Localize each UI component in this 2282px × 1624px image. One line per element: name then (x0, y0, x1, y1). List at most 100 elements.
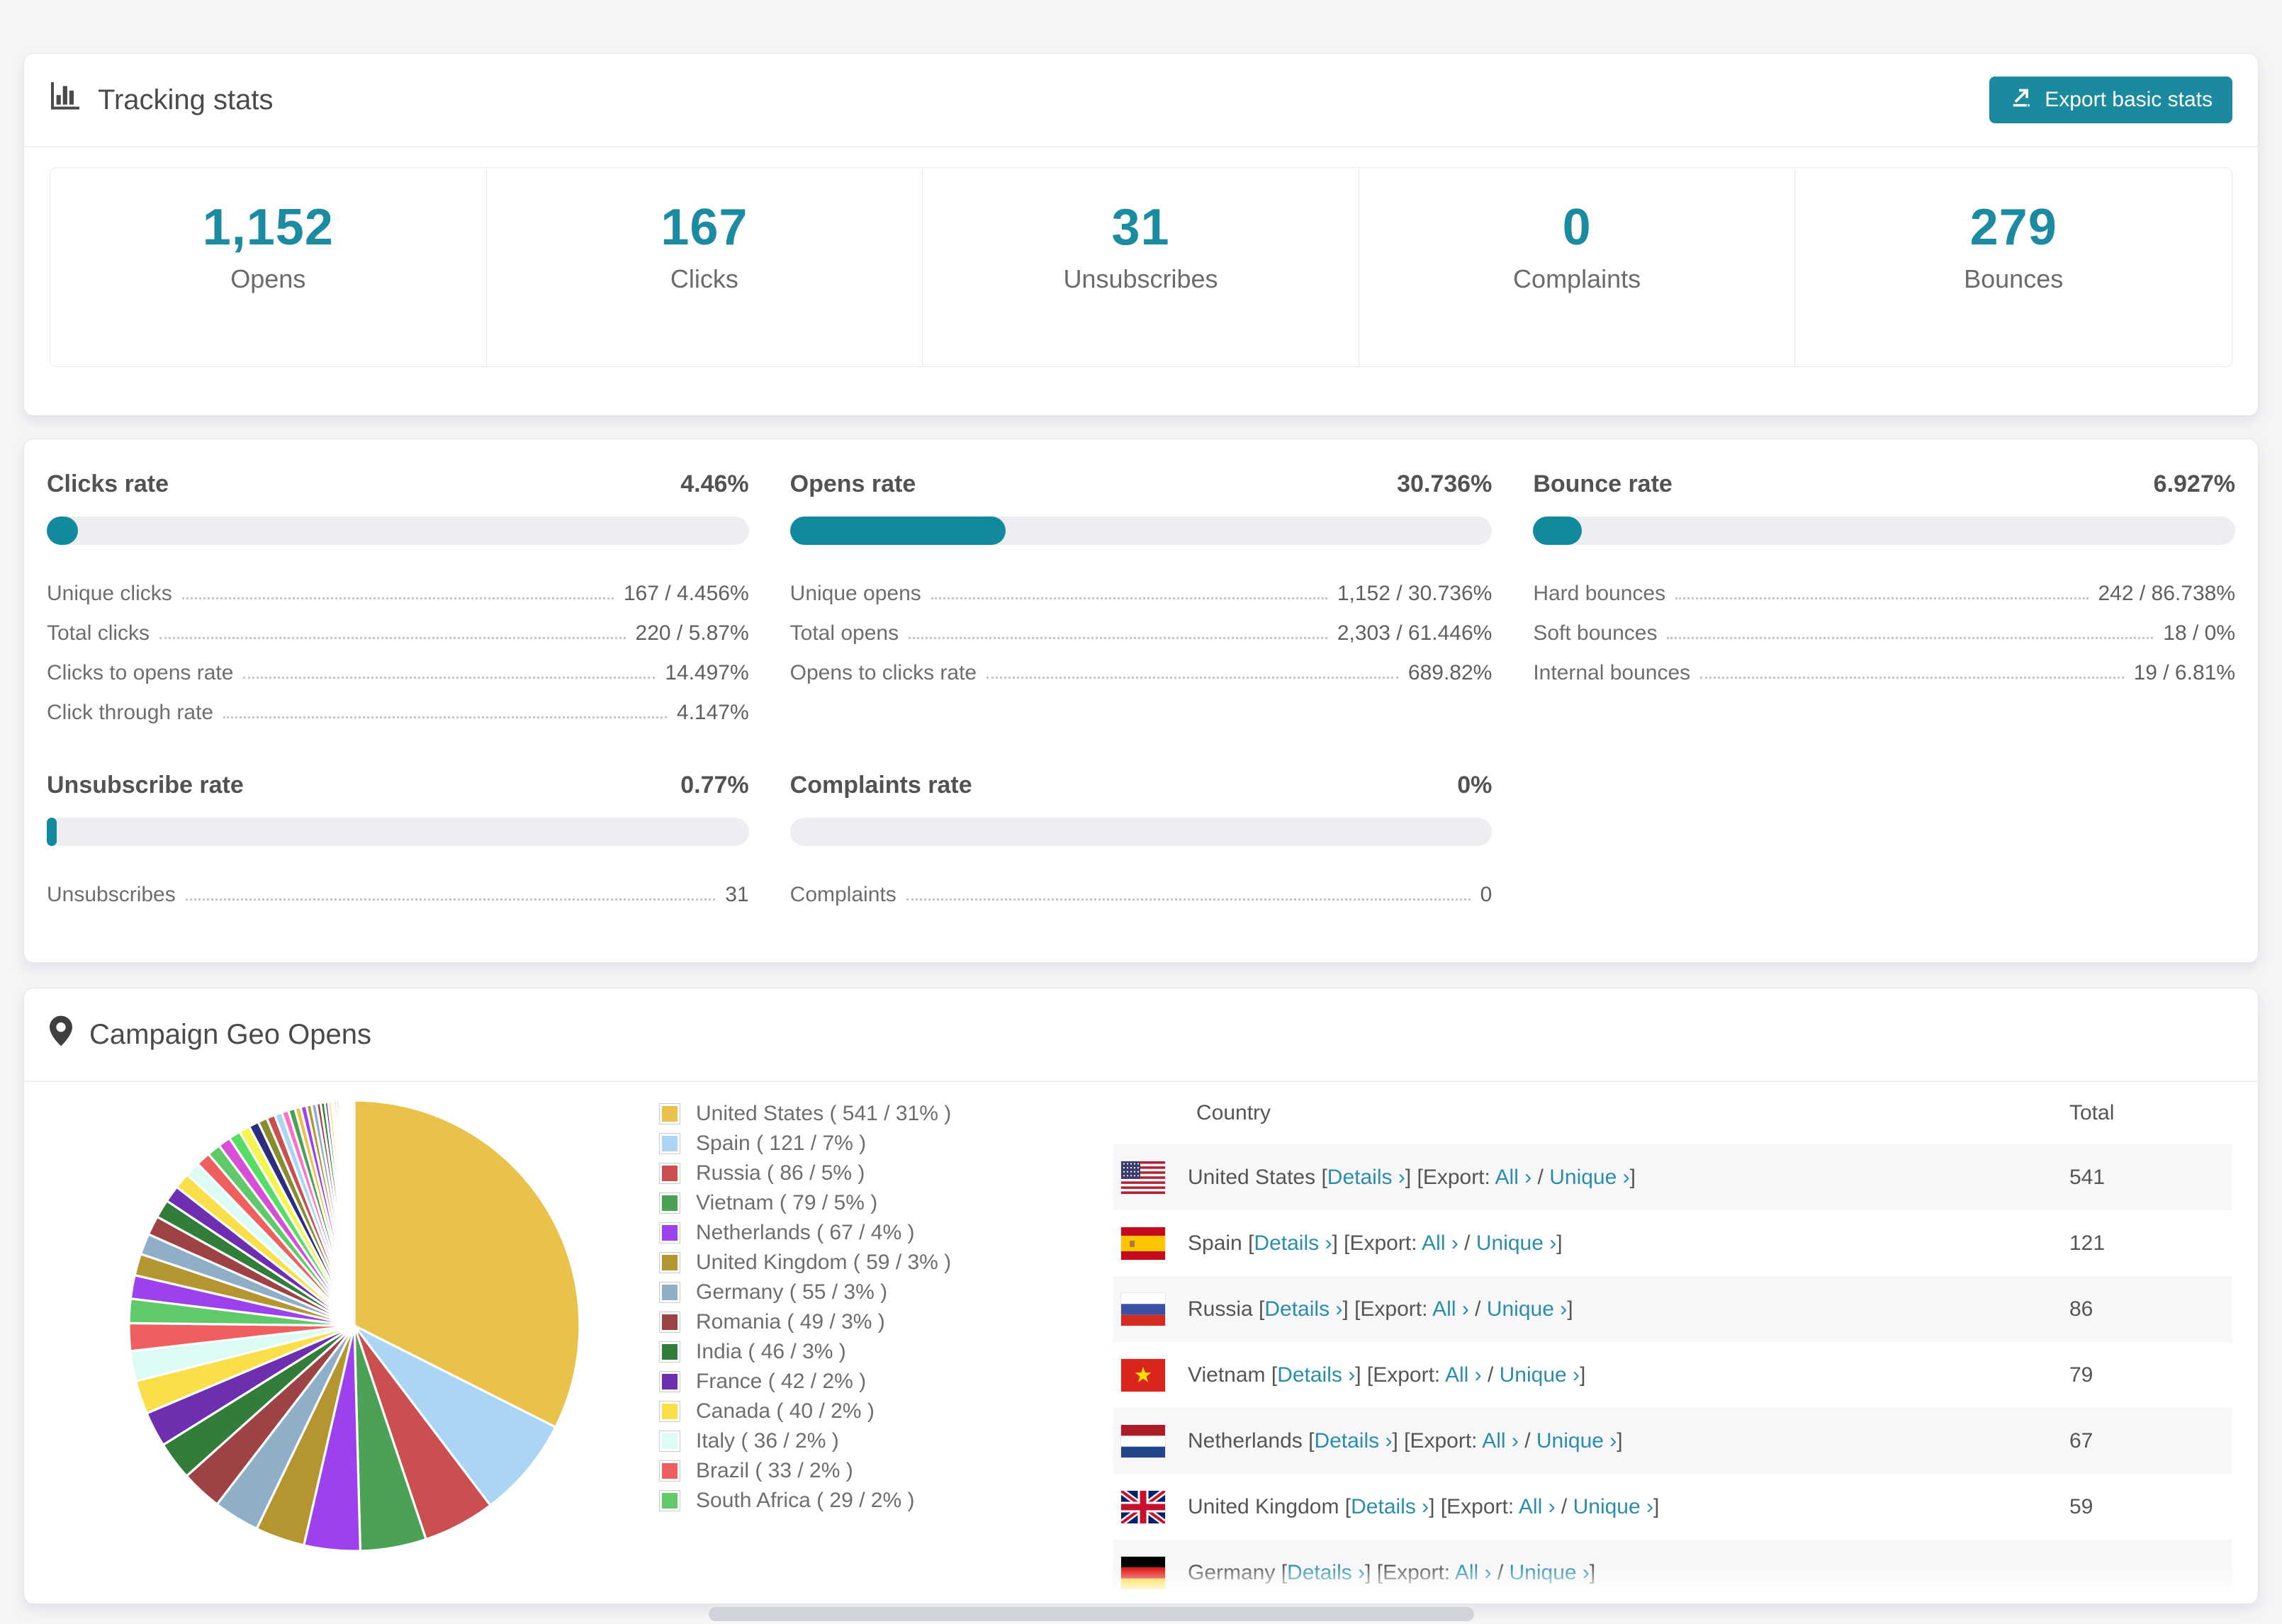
opens-rate-title: Opens rate (789, 470, 916, 497)
geo-body: United States ( 541 / 31% ) Spain ( 121 … (24, 1082, 2258, 1603)
export-unique-link[interactable]: Unique › (1500, 1363, 1580, 1387)
summary-stat-value: 31 (1111, 199, 1170, 256)
rate-detail-value: 220 / 5.87% (635, 621, 749, 645)
summary-stat-value: 279 (1969, 199, 2057, 256)
geo-opens-card: Campaign Geo Opens United States ( 541 /… (23, 988, 2259, 1604)
export-unique-link[interactable]: Unique › (1476, 1231, 1556, 1255)
details-link[interactable]: Details › (1351, 1495, 1429, 1518)
rate-detail-value: 1,152 / 30.736% (1337, 582, 1493, 605)
rate-detail-value: 14.497% (665, 661, 749, 684)
tracking-stats-header: Tracking stats Export basic stats (24, 54, 2258, 147)
summary-stat-value: 0 (1562, 199, 1592, 256)
export-all-link[interactable]: All › (1495, 1166, 1532, 1189)
export-all-link[interactable]: All › (1455, 1561, 1492, 1584)
legend-label: United States ( 541 / 31% ) (696, 1102, 952, 1125)
dotted-leader (909, 637, 1327, 639)
export-all-link[interactable]: All › (1482, 1429, 1519, 1453)
legend-item: Vietnam ( 79 / 5% ) (659, 1188, 1056, 1218)
legend-item: South Africa ( 29 / 2% ) (659, 1486, 1056, 1516)
summary-stats: 1,152 Opens 167 Clicks 31 Unsubscribes 0… (50, 167, 2232, 367)
export-unique-link[interactable]: Unique › (1487, 1297, 1567, 1321)
export-all-link[interactable]: All › (1422, 1231, 1458, 1255)
details-link[interactable]: Details › (1277, 1363, 1355, 1387)
map-pin-icon (50, 1015, 72, 1054)
export-unique-link[interactable]: Unique › (1510, 1561, 1590, 1584)
rate-detail-label: Unique opens (789, 582, 921, 605)
dotted-leader (987, 677, 1398, 679)
rates-card: Clicks rate 4.46% Unique clicks 167 / 4.… (23, 439, 2259, 963)
details-link[interactable]: Details › (1264, 1297, 1342, 1321)
details-link[interactable]: Details › (1327, 1166, 1405, 1189)
legend-item: Germany ( 55 / 3% ) (659, 1278, 1056, 1307)
geo-table-row: United Kingdom [Details ›] [Export: All … (1113, 1474, 2232, 1540)
summary-stat-label: Bounces (1964, 264, 2064, 293)
legend-color-swatch (659, 1431, 680, 1452)
clicks-rate-block: Clicks rate 4.46% Unique clicks 167 / 4.… (47, 470, 749, 725)
rate-detail-label: Unsubscribes (47, 883, 176, 906)
total-cell: 541 (2069, 1165, 2106, 1189)
total-cell: 86 (2069, 1297, 2093, 1321)
export-unique-link[interactable]: Unique › (1573, 1495, 1653, 1518)
legend-color-swatch (659, 1282, 680, 1303)
summary-stat-label: Clicks (670, 264, 738, 293)
rate-detail-label: Internal bounces (1533, 661, 1691, 684)
legend-color-swatch (659, 1401, 680, 1422)
horizontal-scrollbar-thumb[interactable] (709, 1607, 1474, 1621)
export-unique-link[interactable]: Unique › (1536, 1429, 1617, 1453)
summary-stat-label: Unsubscribes (1063, 264, 1218, 293)
country-cell: United Kingdom [Details ›] [Export: All … (1188, 1494, 1660, 1518)
geo-table-row: Russia [Details ›] [Export: All › / Uniq… (1113, 1276, 2232, 1342)
es-flag-icon (1120, 1226, 1166, 1261)
clicks-rate-value: 4.46% (680, 470, 749, 497)
bar-chart-icon (50, 82, 81, 118)
export-all-link[interactable]: All › (1432, 1297, 1469, 1321)
geo-table-header: Country Total (1113, 1082, 2232, 1144)
geo-table-row: Spain [Details ›] [Export: All › / Uniqu… (1113, 1210, 2232, 1276)
summary-stat: 167 Clicks (487, 168, 923, 366)
opens-rate-block: Opens rate 30.736% Unique opens 1,152 / … (789, 470, 1493, 725)
geo-country-table: Country Total United States [Details ›] … (1113, 1082, 2232, 1603)
geo-pie-chart[interactable] (120, 1092, 588, 1563)
legend-label: Canada ( 40 / 2% ) (696, 1399, 875, 1423)
rate-detail-row: Opens to clicks rate 689.82% (790, 645, 1493, 685)
legend-item: United Kingdom ( 59 / 3% ) (659, 1248, 1056, 1278)
bounce-rate-title: Bounce rate (1533, 470, 1673, 497)
dotted-leader (223, 716, 667, 718)
rate-detail-row: Total opens 2,303 / 61.446% (790, 606, 1493, 645)
rate-detail-value: 18 / 0% (2163, 621, 2235, 645)
summary-stat-value: 167 (661, 199, 748, 256)
page-title: Tracking stats (98, 84, 274, 115)
legend-label: United Kingdom ( 59 / 3% ) (696, 1251, 952, 1274)
legend-color-swatch (659, 1163, 680, 1184)
total-cell: 79 (2069, 1363, 2093, 1387)
legend-label: Brazil ( 33 / 2% ) (696, 1459, 853, 1482)
export-all-link[interactable]: All › (1445, 1363, 1482, 1387)
bounce-rate-value: 6.927% (2153, 470, 2235, 497)
unsubscribe-rate-value: 0.77% (680, 772, 749, 799)
rate-detail-row: Soft bounces 18 / 0% (1533, 606, 2235, 645)
total-cell: 67 (2069, 1428, 2093, 1453)
rate-detail-row: Unique opens 1,152 / 30.736% (790, 566, 1493, 606)
country-cell: Vietnam [Details ›] [Export: All › / Uni… (1188, 1363, 1586, 1387)
rate-detail-row: Unique clicks 167 / 4.456% (47, 566, 749, 606)
legend-item: Romania ( 49 / 3% ) (659, 1307, 1056, 1337)
dotted-leader (906, 898, 1471, 901)
rate-detail-value: 0 (1480, 883, 1493, 906)
rate-detail-row: Clicks to opens rate 14.497% (47, 645, 749, 685)
geo-opens-header: Campaign Geo Opens (24, 988, 2258, 1082)
export-unique-link[interactable]: Unique › (1549, 1166, 1629, 1189)
rate-detail-row: Internal bounces 19 / 6.81% (1533, 645, 2235, 685)
country-column-header: Country (1196, 1101, 1271, 1124)
legend-label: South Africa ( 29 / 2% ) (696, 1489, 915, 1512)
country-cell: Netherlands [Details ›] [Export: All › /… (1188, 1428, 1623, 1453)
details-link[interactable]: Details › (1254, 1231, 1332, 1255)
legend-label: Russia ( 86 / 5% ) (696, 1161, 865, 1185)
export-all-link[interactable]: All › (1519, 1495, 1556, 1518)
details-link[interactable]: Details › (1287, 1561, 1365, 1584)
bounce-rate-progress-bar (1533, 517, 2235, 545)
legend-color-swatch (659, 1371, 680, 1392)
country-cell: Russia [Details ›] [Export: All › / Uniq… (1188, 1297, 1573, 1321)
summary-stat: 31 Unsubscribes (923, 168, 1359, 366)
export-basic-stats-button[interactable]: Export basic stats (1989, 77, 2232, 123)
details-link[interactable]: Details › (1314, 1429, 1392, 1453)
